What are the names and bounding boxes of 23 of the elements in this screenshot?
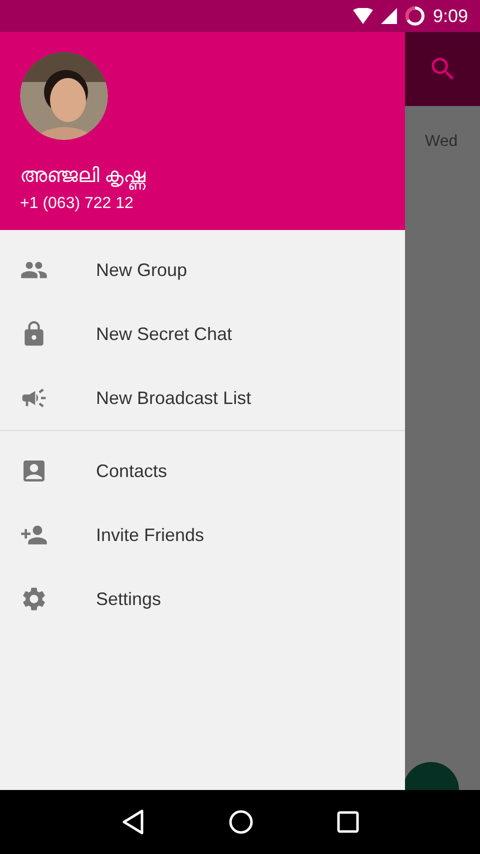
- menu-label: Invite Friends: [96, 524, 204, 546]
- recents-icon[interactable]: [336, 811, 359, 833]
- phone-number: +1 (063) 722 12: [20, 194, 134, 214]
- clock-time: 9:09: [432, 4, 468, 28]
- menu-item[interactable]: Invite Friends: [0, 503, 405, 567]
- wifi-icon: [352, 8, 373, 24]
- chat-date: Wed: [425, 132, 459, 152]
- menu-label: Contacts: [96, 460, 168, 482]
- menu-item[interactable]: Settings: [0, 567, 405, 631]
- home-icon[interactable]: [228, 809, 254, 835]
- menu-label: New Broadcast List: [96, 386, 252, 410]
- menu-label: Settings: [96, 588, 162, 611]
- battery-ring-icon: [404, 6, 425, 26]
- menu-item[interactable]: New Broadcast List: [0, 366, 405, 430]
- menu-item[interactable]: New Group: [0, 238, 405, 302]
- profile-name: അഞ്ജലി കൃഷ്ണ: [20, 164, 385, 188]
- signal-icon: [380, 8, 397, 24]
- back-icon[interactable]: [121, 809, 146, 835]
- settings-icon: [20, 585, 48, 613]
- menu-item[interactable]: Contacts: [0, 439, 405, 503]
- menu-item[interactable]: New Secret Chat: [0, 302, 405, 366]
- menu-label: New Secret Chat: [96, 322, 232, 346]
- menu-label: New Group: [96, 258, 188, 282]
